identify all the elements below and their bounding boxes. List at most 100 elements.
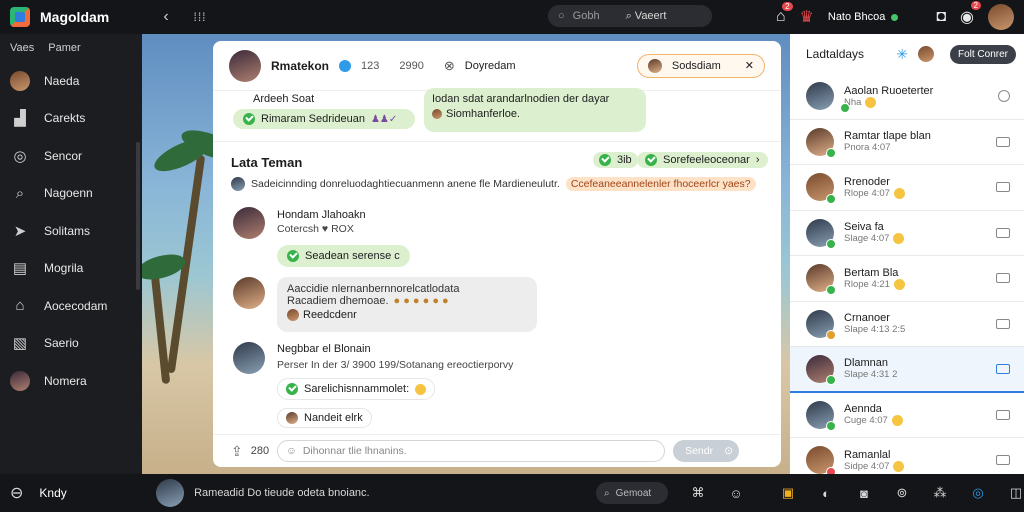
footer-label[interactable]: Kndy xyxy=(39,486,66,500)
reaction-pill[interactable]: Seadean serense c xyxy=(277,245,410,267)
status-pill[interactable]: Rimaram Sedrideuan ♟♟✓ xyxy=(233,109,415,129)
avatar[interactable] xyxy=(233,277,265,309)
highlight-tag[interactable]: Ccefeaneeannelenler fhoceerlcr yaes? xyxy=(565,177,756,191)
contact-row[interactable]: Rrenoder Rlope 4:07 xyxy=(790,165,1024,211)
emoji-icon[interactable]: ☺ xyxy=(728,485,744,501)
card-icon[interactable] xyxy=(996,318,1010,329)
card-icon[interactable] xyxy=(996,273,1010,284)
sidebar-item-saerio[interactable]: ▧ Saerio xyxy=(0,325,142,363)
card-icon[interactable] xyxy=(996,409,1010,420)
camera-icon[interactable]: ◘ xyxy=(936,8,946,26)
sidebar-item-aocecodam[interactable]: ⌂ Aocecodam xyxy=(0,287,142,325)
back-arrow-icon[interactable]: ‹ xyxy=(156,8,176,26)
camera-icon[interactable]: ◙ xyxy=(856,485,872,501)
shield-icon[interactable]: ◫ xyxy=(1008,485,1024,501)
status-text: Rameadid Do tieude odeta bnoianc. xyxy=(194,487,370,499)
browser-icon[interactable]: ◎ xyxy=(970,485,986,501)
avatar[interactable] xyxy=(917,46,934,62)
bottom-search[interactable]: ⌕ Gemoat xyxy=(596,482,668,504)
settings-icon[interactable]: ⊖ xyxy=(10,483,23,503)
emoji-icon xyxy=(893,233,905,245)
contact-row[interactable]: Aennda Cuge 4:07 xyxy=(790,393,1024,438)
sidebar-header-tab[interactable]: Pamer xyxy=(48,42,80,54)
home-icon[interactable]: ⌂ 2 xyxy=(776,2,793,26)
contact-name: Rrenoder xyxy=(844,175,890,188)
sidebar-scrollbar[interactable] xyxy=(136,142,140,290)
contact-row[interactable]: Aaolan Ruoeterter Nha xyxy=(790,74,1024,120)
avatar[interactable] xyxy=(229,49,261,82)
message-bubble[interactable]: Iodan sdat arandarlnodien der dayar Siom… xyxy=(424,88,646,132)
check-icon xyxy=(645,154,657,166)
online-badge xyxy=(826,193,836,204)
search-bar[interactable]: ○ Gobh ⌕ Vaeert xyxy=(548,5,712,27)
sidebar-item-nagoenn[interactable]: ⌕ Nagoenn xyxy=(0,175,142,213)
sidebar-item-sencor[interactable]: ◎ Sencor xyxy=(0,137,142,175)
avatar-icon xyxy=(10,70,30,91)
share-icon[interactable]: ⇪ xyxy=(231,443,243,460)
check-icon xyxy=(599,154,611,166)
contact-name: Ramtar tlape blan xyxy=(844,130,931,143)
message-bubble[interactable]: Aaccidie nlernanbernnorelcatlodata Racad… xyxy=(277,277,537,332)
channel-name[interactable]: Doyredam xyxy=(465,60,516,72)
sidebar-item-label: Mogrila xyxy=(44,261,84,276)
message-text: Racadiem dhemoae. xyxy=(287,295,389,307)
send-button[interactable]: Sendr ⊙ xyxy=(673,440,740,462)
sidebar-item-naeda[interactable]: Naeda xyxy=(0,62,142,100)
contact-row[interactable]: Crnanoer Slape 4:13 2:5 xyxy=(790,302,1024,347)
sidebar-item-mogrila[interactable]: ▤ Mogrila xyxy=(0,250,142,288)
location-icon[interactable]: ⊚ xyxy=(894,485,910,501)
brand[interactable]: Magoldam xyxy=(0,7,150,27)
message-title: Ardeeh Soat xyxy=(253,93,315,105)
user-menu[interactable]: Nato Bhcoa xyxy=(828,11,899,23)
message-text: Iodan sdat arandarlnodien der dayar xyxy=(432,93,610,105)
folder-icon[interactable]: ▣ xyxy=(780,485,796,501)
gift-icon[interactable]: ♛ xyxy=(800,7,814,27)
contact-status: Cuge 4:07 xyxy=(844,415,888,427)
info-icon[interactable] xyxy=(998,90,1010,103)
apps-icon[interactable]: ⁂ xyxy=(932,485,948,501)
contact-status: Pnora 4:07 xyxy=(844,142,891,154)
sidebar-item-carekts[interactable]: ▟ Carekts xyxy=(0,100,142,138)
search-input[interactable]: Gobh xyxy=(573,10,600,22)
avatar[interactable] xyxy=(988,4,1014,30)
contacts-title: Ladtaldays xyxy=(806,47,865,61)
close-icon[interactable]: ✕ xyxy=(745,59,754,72)
message-input[interactable]: ☺ Dihonnar tlie lhnanins. xyxy=(277,440,666,462)
sparkle-icon[interactable]: ✳ xyxy=(896,46,908,63)
avatar xyxy=(432,109,442,119)
card-icon[interactable] xyxy=(996,136,1010,147)
message-block: Ardeeh Soat Rimaram Sedrideuan ♟♟✓ xyxy=(233,93,415,129)
reaction-pill[interactable]: Sarelichisnnammolet: xyxy=(277,378,436,400)
message-text: Siomhanferloe. xyxy=(446,108,520,120)
sidebar-item-solitams[interactable]: ➤ Solitams xyxy=(0,212,142,250)
avatar[interactable] xyxy=(233,342,265,374)
sidebar-header-tab[interactable]: Vaes xyxy=(10,42,34,54)
bottom-search-label: Gemoat xyxy=(615,487,652,499)
play-icon[interactable]: ◐ xyxy=(818,485,834,501)
sidebar-item-label: Nomera xyxy=(44,373,87,388)
filter-pill[interactable]: Sodsdiam ✕ xyxy=(636,53,765,78)
contact-row[interactable]: Ramtar tlape blan Pnora 4:07 xyxy=(790,120,1024,165)
contact-row[interactable]: Bertam Bla Rlope 4:21 xyxy=(790,256,1024,302)
filter-chip[interactable]: 3ib xyxy=(593,152,638,168)
filter-chip[interactable]: Sorefeeleoceonar › xyxy=(637,152,768,168)
contact-row-selected[interactable]: Dlamnan Slape 4:31 2 xyxy=(790,347,1024,393)
avatar[interactable] xyxy=(156,479,185,507)
card-icon[interactable] xyxy=(996,182,1010,193)
card-icon[interactable] xyxy=(996,227,1010,238)
gamepad-icon[interactable]: ⌘ xyxy=(690,485,706,501)
contact-row[interactable]: Seiva fa Slage 4:07 xyxy=(790,211,1024,256)
card-icon[interactable] xyxy=(996,363,1010,374)
search-button[interactable]: ⌕ Vaeert xyxy=(626,10,667,23)
reaction-label: Seadean serense c xyxy=(305,250,400,262)
grid-icon[interactable]: ⁞⁞⁞ xyxy=(190,10,210,24)
send-icon: ⊙ xyxy=(724,445,734,457)
avatar xyxy=(647,58,662,73)
sidebar-item-nomera[interactable]: Nomera xyxy=(0,362,142,400)
send-label: Sendr xyxy=(685,445,714,457)
card-icon[interactable] xyxy=(996,455,1010,466)
notification-icon[interactable]: ◉ 2 xyxy=(960,1,981,27)
message-tag[interactable]: Nandeit elrk xyxy=(277,408,372,428)
avatar[interactable] xyxy=(233,207,265,239)
follow-button[interactable]: Folt Conrer xyxy=(949,44,1016,64)
